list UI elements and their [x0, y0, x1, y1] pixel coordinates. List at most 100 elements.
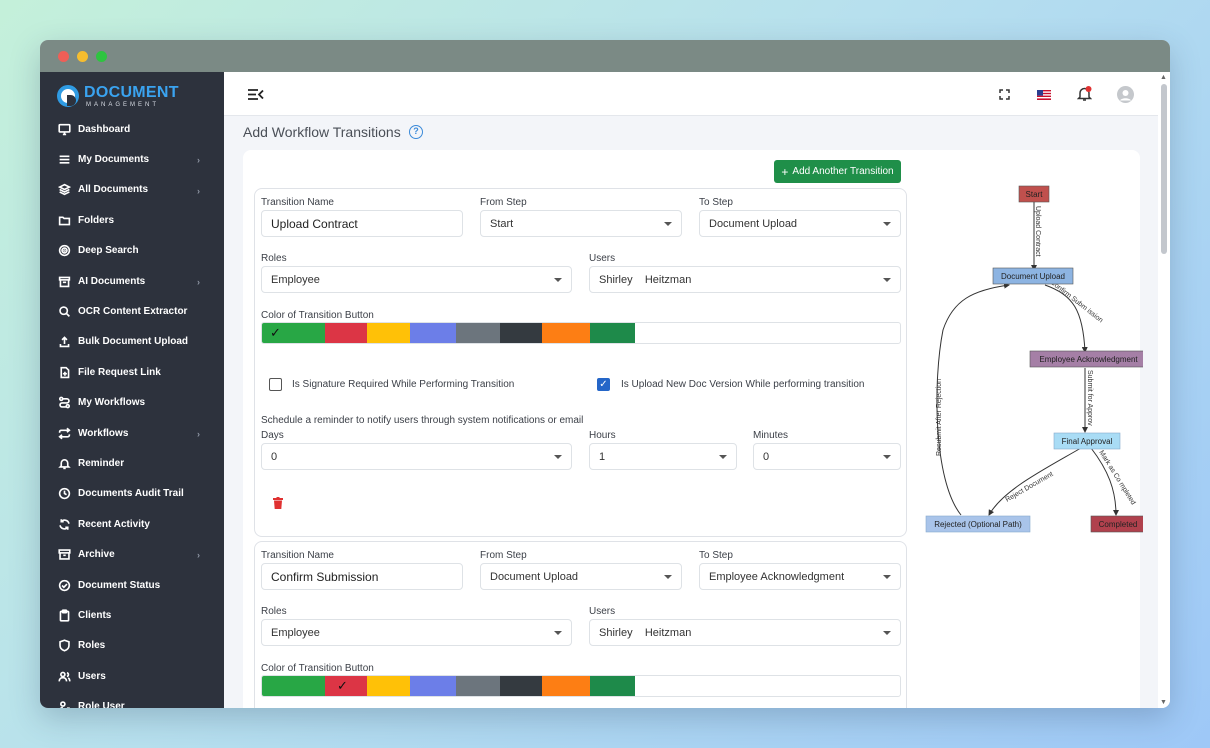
color-swatch[interactable]: [590, 676, 635, 696]
sidebar-item-role-user[interactable]: Role User: [40, 691, 224, 708]
user-key-icon: [58, 700, 71, 708]
vertical-scrollbar[interactable]: ▲ ▼: [1158, 72, 1170, 708]
fullscreen-icon[interactable]: [999, 89, 1010, 100]
help-icon[interactable]: ?: [409, 125, 423, 139]
sidebar-item-clients[interactable]: Clients: [40, 600, 224, 630]
sidebar-item-all-documents[interactable]: All Documents ›: [40, 175, 224, 205]
users-select[interactable]: Shirley Heitzman: [589, 619, 901, 646]
color-swatch[interactable]: [500, 676, 542, 696]
sidebar-item-ocr-content-extractor[interactable]: OCR Content Extractor: [40, 296, 224, 326]
refresh-icon: [58, 518, 71, 531]
edge-label-upload-contract: Upload Contract: [1034, 206, 1041, 257]
sidebar-item-recent-activity[interactable]: Recent Activity: [40, 509, 224, 539]
color-swatch[interactable]: [456, 323, 500, 343]
minutes-select[interactable]: 0: [753, 443, 901, 470]
transition-name-input[interactable]: Upload Contract: [261, 210, 463, 237]
close-window-button[interactable]: [58, 51, 69, 62]
sidebar-item-label: AI Documents: [78, 275, 146, 287]
color-swatch[interactable]: ✓: [325, 676, 367, 696]
scrollbar-thumb[interactable]: [1161, 84, 1167, 254]
transition-name-label: Transition Name: [261, 550, 334, 561]
node-completed-label: Completed: [1099, 520, 1138, 529]
from-step-select[interactable]: Start: [480, 210, 682, 237]
node-document-upload: Document Upload: [992, 267, 1074, 285]
roles-select[interactable]: Employee: [261, 266, 572, 293]
sidebar-item-archive[interactable]: Archive ›: [40, 539, 224, 569]
sidebar-item-label: Recent Activity: [78, 518, 150, 530]
selected-check-icon: ✓: [270, 325, 281, 340]
color-swatch[interactable]: [325, 323, 367, 343]
add-button-label: Add Another Transition: [792, 166, 894, 177]
roles-select[interactable]: Employee: [261, 619, 572, 646]
sidebar-item-document-status[interactable]: Document Status: [40, 570, 224, 600]
color-swatch[interactable]: [590, 323, 635, 343]
transition-block-2: Transition Name From Step To Step Confir…: [254, 541, 907, 708]
node-start-label: Start: [1026, 190, 1044, 199]
sidebar-item-label: Dashboard: [78, 123, 131, 135]
color-swatch[interactable]: [262, 676, 325, 696]
sidebar-item-deep-search[interactable]: Deep Search: [40, 236, 224, 266]
color-swatch[interactable]: [367, 676, 410, 696]
to-step-select[interactable]: Document Upload: [699, 210, 901, 237]
hours-select[interactable]: 1: [589, 443, 737, 470]
to-step-label: To Step: [699, 197, 733, 208]
sidebar-item-ai-documents[interactable]: AI Documents ›: [40, 266, 224, 296]
color-swatch[interactable]: [500, 323, 542, 343]
sidebar-item-reminder[interactable]: Reminder: [40, 448, 224, 478]
sidebar-item-label: Users: [78, 670, 106, 682]
app-logo[interactable]: DOCUMENT MANAGEMENT: [57, 83, 217, 113]
color-swatch[interactable]: [542, 323, 590, 343]
sidebar-item-file-request-link[interactable]: File Request Link: [40, 357, 224, 387]
color-swatch[interactable]: [410, 676, 456, 696]
sidebar-item-documents-audit-trail[interactable]: Documents Audit Trail: [40, 479, 224, 509]
color-swatch[interactable]: [410, 323, 456, 343]
users-label: Users: [589, 606, 616, 617]
archive-box-icon: [58, 275, 71, 288]
color-swatch[interactable]: ✓: [262, 323, 325, 343]
transition-name-input[interactable]: Confirm Submission: [261, 563, 463, 590]
menu-collapse-icon[interactable]: [247, 88, 264, 101]
delete-trash-icon[interactable]: [273, 497, 283, 509]
sidebar-item-folders[interactable]: Folders: [40, 205, 224, 235]
sidebar-item-my-documents[interactable]: My Documents ›: [40, 144, 224, 174]
edge-label-mark-completed: Mark as Co mpleted: [1097, 449, 1136, 506]
notification-bell-icon[interactable]: [1077, 86, 1092, 102]
from-step-select[interactable]: Document Upload: [480, 563, 682, 590]
transition-block-1: Transition Name From Step To Step Upload…: [254, 188, 907, 537]
transitions-card: + Add Another Transition Transition Name…: [243, 150, 1143, 708]
maximize-window-button[interactable]: [96, 51, 107, 62]
sidebar-item-bulk-document-upload[interactable]: Bulk Document Upload: [40, 327, 224, 357]
us-flag-icon[interactable]: [1037, 90, 1051, 100]
days-select[interactable]: 0: [261, 443, 572, 470]
color-label: Color of Transition Button: [261, 663, 374, 674]
sidebar-item-label: Document Status: [78, 579, 161, 591]
color-swatch[interactable]: [456, 676, 500, 696]
color-swatch-bar: ✓: [261, 322, 901, 344]
to-step-select[interactable]: Employee Acknowledgment: [699, 563, 901, 590]
sidebar-item-label: Clients: [78, 609, 112, 621]
color-swatch[interactable]: [367, 323, 410, 343]
sidebar-item-roles[interactable]: Roles: [40, 631, 224, 661]
minimize-window-button[interactable]: [77, 51, 88, 62]
sidebar-nav: Dashboard My Documents › All Documents › Fold…: [40, 114, 224, 708]
add-another-transition-button[interactable]: + Add Another Transition: [774, 160, 901, 183]
upload-icon: [58, 335, 71, 348]
sidebar-item-users[interactable]: Users: [40, 661, 224, 691]
user-avatar[interactable]: [1117, 86, 1134, 103]
color-swatch[interactable]: [542, 676, 590, 696]
sidebar-item-label: Bulk Document Upload: [78, 336, 189, 348]
users-select[interactable]: Shirley Heitzman: [589, 266, 901, 293]
sidebar-item-dashboard[interactable]: Dashboard: [40, 114, 224, 144]
sidebar-item-label: OCR Content Extractor: [78, 306, 188, 318]
sidebar-item-my-workflows[interactable]: My Workflows: [40, 388, 224, 418]
sidebar-item-workflows[interactable]: Workflows ›: [40, 418, 224, 448]
signature-required-checkbox[interactable]: [269, 378, 282, 391]
node-rejected: Rejected (Optional Path): [925, 515, 1031, 533]
users-icon: [58, 670, 71, 683]
upload-new-version-checkbox[interactable]: ✓: [597, 378, 610, 391]
node-start: Start: [1018, 185, 1050, 203]
node-employee-acknowledgment-label: Employee Acknowledgment: [1039, 355, 1138, 364]
to-step-label: To Step: [699, 550, 733, 561]
sidebar-item-label: Roles: [78, 640, 106, 652]
list-icon: [58, 153, 71, 166]
